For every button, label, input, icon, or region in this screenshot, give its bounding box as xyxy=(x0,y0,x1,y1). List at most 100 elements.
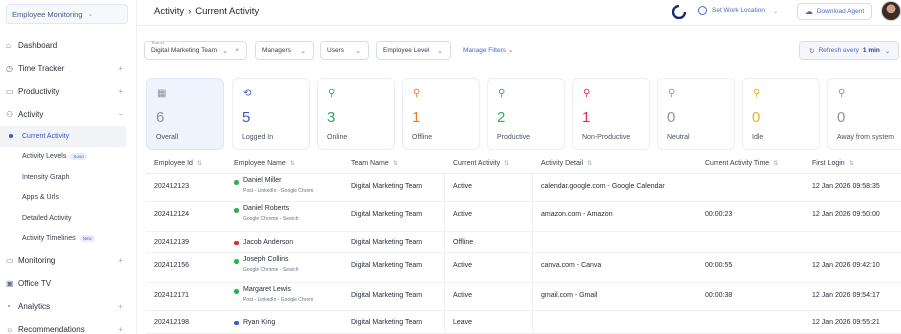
sidebar-subitem-current-activity[interactable]: Current Activity xyxy=(0,126,126,147)
team-name-cell: Digital Marketing Team xyxy=(351,183,423,190)
refresh-interval-select[interactable]: ↻ Refresh every 1 min ⌄ xyxy=(799,41,899,60)
column-header-activity-detail[interactable]: Activity Detail ⇅ xyxy=(541,160,592,167)
sidebar-item-productivity[interactable]: ▭ Productivity + xyxy=(0,80,137,103)
sidebar-item-recommendations[interactable]: ☼ Recommendations + xyxy=(0,318,137,334)
stat-count: 6 xyxy=(156,109,165,126)
users-filter[interactable]: Users ⌄ xyxy=(320,41,369,60)
user-away-icon: ⚲ xyxy=(838,88,846,99)
teams-filter-value: Digital Marketing Team xyxy=(151,47,217,54)
current-activity-cell: Offline xyxy=(453,239,474,246)
current-activity-cell: Active xyxy=(453,292,473,299)
teams-filter[interactable]: Teams Digital Marketing Team ⌄ × xyxy=(144,40,247,60)
stat-card-overall[interactable]: ▦ 6 Overall xyxy=(146,78,224,150)
app-root: Employee Monitoring ⌄ ⌂ Dashboard ◷ Time… xyxy=(0,0,901,334)
stats-cards: ▦ 6 Overall ⟲ 5 Logged In ⚲ 3 Online ⚲ 1… xyxy=(146,78,901,150)
stat-card-online[interactable]: ⚲ 3 Online xyxy=(317,78,395,150)
sort-icon: ⇅ xyxy=(773,161,779,167)
stat-count: 3 xyxy=(327,109,336,126)
clear-icon[interactable]: × xyxy=(235,47,239,54)
avatar[interactable] xyxy=(881,1,901,21)
stat-label: Non-Productive xyxy=(582,134,631,141)
current-activity-cell: Active xyxy=(453,183,473,190)
status-dot-icon xyxy=(234,259,239,264)
stat-card-idle[interactable]: ⚲ 0 Idle xyxy=(742,78,820,150)
table-row[interactable]: 202412123 Daniel Miller Post - LinkedIn - … xyxy=(146,174,901,202)
table-row[interactable]: 202412124 Daniel Roberts Google Chrome - S… xyxy=(146,202,901,232)
table-row[interactable]: 202412139 Jacob Anderson Digital Marketing… xyxy=(146,232,901,253)
sidebar-item-analytics[interactable]: ◔ Analytics + xyxy=(0,295,137,318)
expand-icon: + xyxy=(118,64,123,73)
breadcrumb-separator: › xyxy=(188,6,192,17)
column-header-employee-name[interactable]: Employee Name ⇅ xyxy=(234,160,295,167)
first-login-cell: 12 Jan 2026 09:42:10 xyxy=(812,262,880,269)
sidebar-item-activity[interactable]: ⚇ Activity − xyxy=(0,103,137,126)
chart-icon: ◔ xyxy=(6,302,11,311)
chevron-down-icon: ⌄ xyxy=(355,47,361,55)
bulb-icon: ☼ xyxy=(6,325,14,334)
status-dot-icon xyxy=(234,240,239,245)
employee-id-cell: 202412124 xyxy=(154,211,190,218)
column-label: First Login xyxy=(812,160,845,167)
stat-label: Overall xyxy=(156,134,179,141)
sidebar-item-office-tv[interactable]: ▣ Office TV xyxy=(0,272,137,295)
expand-icon: + xyxy=(118,256,123,265)
column-header-first-login[interactable]: First Login ⇅ xyxy=(812,160,854,167)
activity-detail-cell: canva.com - Canva xyxy=(541,262,602,269)
sidebar-item-monitoring[interactable]: ▭ Monitoring + xyxy=(0,249,137,272)
set-work-location-button[interactable]: Set Work Location ⌄ xyxy=(698,6,778,15)
column-header-current-activity-time[interactable]: Current Activity Time ⇅ xyxy=(705,160,778,167)
activity-time-cell: 00:00:55 xyxy=(705,262,733,269)
stat-card-neutral[interactable]: ⚲ 0 Neutral xyxy=(657,78,735,150)
chevron-down-icon: ⌄ xyxy=(884,47,891,55)
stat-count: 5 xyxy=(242,109,251,126)
breadcrumb-activity[interactable]: Activity xyxy=(154,6,184,17)
table-row[interactable]: 202412171 Margaret Lewis Post - LinkedIn -… xyxy=(146,283,901,311)
chevron-down-icon: ⌄ xyxy=(87,11,94,18)
first-login-cell: 12 Jan 2026 09:50:00 xyxy=(812,211,880,218)
user-online-icon: ⚲ xyxy=(328,88,336,99)
sort-icon: ⇅ xyxy=(504,161,510,167)
sidebar-item-time-tracker[interactable]: ◷ Time Tracker + xyxy=(0,57,137,80)
cloud-download-icon: ☁ xyxy=(804,7,813,16)
org-selector[interactable]: Employee Monitoring ⌄ xyxy=(6,4,128,24)
sidebar-subitem-apps-urls[interactable]: Apps & Urls xyxy=(0,188,137,209)
stat-card-non-productive[interactable]: ⚲ 1 Non-Productive xyxy=(572,78,650,150)
column-header-current-activity[interactable]: Current Activity ⇅ xyxy=(453,160,509,167)
table-row[interactable]: 202412156 Joseph Collins Google Chrome - S… xyxy=(146,253,901,283)
sidebar-subitem-activity-levels[interactable]: Activity Levels Soon xyxy=(0,147,137,168)
activity-detail-cell: calendar.google.com - Google Calendar xyxy=(541,183,665,190)
manage-filters-link[interactable]: Manage Filters ⌄ xyxy=(463,46,513,54)
stat-label: Logged In xyxy=(242,134,274,141)
column-header-employee-id[interactable]: Employee Id ⇅ xyxy=(154,160,202,167)
stat-card-productive[interactable]: ⚲ 2 Productive xyxy=(487,78,565,150)
employee-name-cell: Ryan King xyxy=(243,319,276,326)
table-row[interactable]: 202412198 Ryan King Digital Marketing Team… xyxy=(146,311,901,334)
stat-card-logged-in[interactable]: ⟲ 5 Logged In xyxy=(232,78,310,150)
managers-filter-label: Managers xyxy=(262,47,291,54)
sidebar-subitem-activity-timelines[interactable]: Activity Timelines New xyxy=(0,229,137,250)
stat-label: Neutral xyxy=(667,134,690,141)
sidebar-subitem-intensity-graph[interactable]: Intensity Graph xyxy=(0,167,137,188)
sidebar-subitem-detailed-activity[interactable]: Detailed Activity xyxy=(0,208,137,229)
employee-level-filter[interactable]: Employee Level ⌄ xyxy=(376,41,451,60)
stat-label: Online xyxy=(327,134,348,141)
managers-filter[interactable]: Managers ⌄ xyxy=(255,41,314,60)
user-productive-icon: ⚲ xyxy=(498,88,506,99)
sort-icon: ⇅ xyxy=(392,161,398,167)
brand-logo-icon[interactable] xyxy=(672,5,686,19)
new-badge: New xyxy=(79,235,95,243)
column-header-team-name[interactable]: Team Name ⇅ xyxy=(351,160,398,167)
activity-detail-cell: gmail.com - Gmail xyxy=(541,292,598,299)
download-agent-button[interactable]: ☁ Download Agent xyxy=(797,3,872,20)
current-activity-cell: Leave xyxy=(453,319,473,326)
refresh-icon: ↻ xyxy=(809,47,815,55)
employee-id-cell: 202412156 xyxy=(154,262,190,269)
stat-card-away[interactable]: ⚲ 0 Away from system xyxy=(827,78,901,150)
stat-count: 2 xyxy=(497,109,506,126)
stat-card-offline[interactable]: ⚲ 1 Offline xyxy=(402,78,480,150)
stat-label: Idle xyxy=(752,134,764,141)
chevron-down-icon: ⌄ xyxy=(773,7,779,15)
column-label: Team Name xyxy=(351,160,389,167)
employee-name-cell: Jacob Anderson xyxy=(243,239,294,246)
sidebar-item-dashboard[interactable]: ⌂ Dashboard xyxy=(0,34,137,57)
